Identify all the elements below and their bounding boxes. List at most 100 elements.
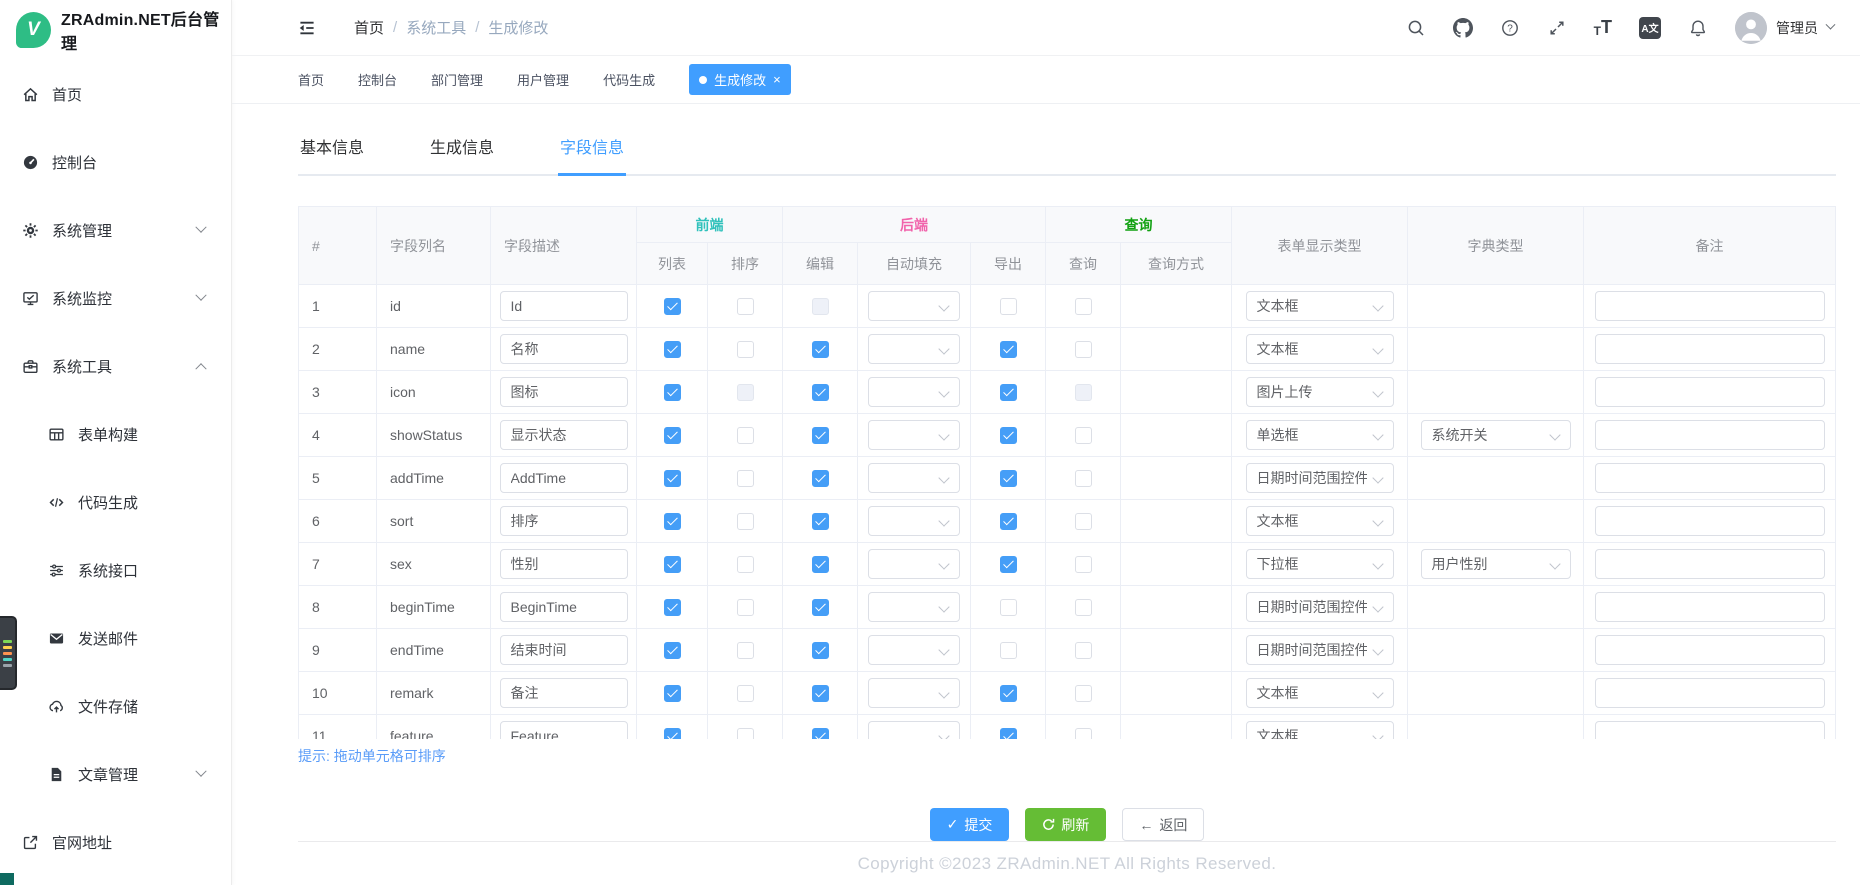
sidebar-item[interactable]: 首页 [0,60,231,128]
query-checkbox[interactable] [1075,642,1092,659]
field-desc-input[interactable] [500,721,628,739]
autofill-select[interactable] [868,549,960,579]
autofill-select[interactable] [868,420,960,450]
query-checkbox[interactable] [1075,298,1092,315]
tag-item[interactable]: 控制台 [358,70,397,89]
back-button[interactable]: ← 返回 [1122,808,1204,841]
query-checkbox[interactable] [1075,685,1092,702]
sort-checkbox[interactable] [737,384,754,401]
export-checkbox[interactable] [1000,513,1017,530]
query-checkbox[interactable] [1075,513,1092,530]
remark-input[interactable] [1595,678,1825,708]
query-checkbox[interactable] [1075,427,1092,444]
field-desc-input[interactable] [500,377,628,407]
export-checkbox[interactable] [1000,470,1017,487]
remark-input[interactable] [1595,721,1825,739]
query-checkbox[interactable] [1075,599,1092,616]
autofill-select[interactable] [868,377,960,407]
field-desc-input[interactable] [500,420,628,450]
field-desc-input[interactable] [500,549,628,579]
edit-checkbox[interactable] [812,599,829,616]
sort-checkbox[interactable] [737,556,754,573]
sidebar-fold-icon[interactable] [296,17,318,39]
query-checkbox[interactable] [1075,556,1092,573]
font-size-icon[interactable]: TT [1594,17,1612,38]
submit-button[interactable]: ✓ 提交 [930,808,1010,841]
list-checkbox[interactable] [664,556,681,573]
sort-checkbox[interactable] [737,427,754,444]
list-checkbox[interactable] [664,298,681,315]
display-type-select[interactable]: 日期时间范围控件 [1246,592,1394,622]
edit-checkbox[interactable] [812,298,829,315]
display-type-select[interactable]: 下拉框 [1246,549,1394,579]
list-checkbox[interactable] [664,685,681,702]
sidebar-item[interactable]: 系统管理 [0,196,231,264]
autofill-select[interactable] [868,721,960,739]
field-desc-input[interactable] [500,463,628,493]
tag-item[interactable]: 用户管理 [517,70,569,89]
autofill-select[interactable] [868,506,960,536]
sort-checkbox[interactable] [737,513,754,530]
refresh-button[interactable]: 刷新 [1025,808,1106,841]
search-icon[interactable] [1406,18,1426,38]
sidebar-item[interactable]: 官网地址 [0,808,231,876]
edit-checkbox[interactable] [812,470,829,487]
list-checkbox[interactable] [664,599,681,616]
export-checkbox[interactable] [1000,642,1017,659]
autofill-select[interactable] [868,678,960,708]
export-checkbox[interactable] [1000,341,1017,358]
export-checkbox[interactable] [1000,427,1017,444]
edit-checkbox[interactable] [812,685,829,702]
autofill-select[interactable] [868,291,960,321]
fullscreen-icon[interactable] [1547,18,1567,38]
breadcrumb-item[interactable]: 系统工具 [406,17,466,38]
remark-input[interactable] [1595,291,1825,321]
query-checkbox[interactable] [1075,384,1092,401]
tab-3[interactable]: 字段信息 [558,132,626,176]
sidebar-item[interactable]: 发送邮件 [0,604,231,672]
field-desc-input[interactable] [500,678,628,708]
sort-checkbox[interactable] [737,685,754,702]
remark-input[interactable] [1595,420,1825,450]
query-checkbox[interactable] [1075,470,1092,487]
list-checkbox[interactable] [664,470,681,487]
edge-widget[interactable] [0,616,17,690]
field-desc-input[interactable] [500,506,628,536]
query-checkbox[interactable] [1075,728,1092,739]
sidebar-item[interactable]: 系统监控 [0,264,231,332]
remark-input[interactable] [1595,635,1825,665]
sort-checkbox[interactable] [737,642,754,659]
query-checkbox[interactable] [1075,341,1092,358]
field-desc-input[interactable] [500,291,628,321]
display-type-select[interactable]: 文本框 [1246,334,1394,364]
edit-checkbox[interactable] [812,728,829,739]
autofill-select[interactable] [868,463,960,493]
export-checkbox[interactable] [1000,599,1017,616]
list-checkbox[interactable] [664,728,681,739]
list-checkbox[interactable] [664,427,681,444]
breadcrumb-item[interactable]: 首页 [354,17,384,38]
display-type-select[interactable]: 单选框 [1246,420,1394,450]
sidebar-item[interactable]: 文件存储 [0,672,231,740]
dict-type-select[interactable]: 系统开关 [1421,420,1571,450]
tag-item-active[interactable]: 生成修改× [689,64,791,95]
edit-checkbox[interactable] [812,384,829,401]
remark-input[interactable] [1595,377,1825,407]
field-desc-input[interactable] [500,635,628,665]
translate-icon[interactable]: A文 [1639,17,1661,39]
sort-checkbox[interactable] [737,341,754,358]
breadcrumb-item[interactable]: 生成修改 [488,17,548,38]
remark-input[interactable] [1595,549,1825,579]
display-type-select[interactable]: 文本框 [1246,291,1394,321]
remark-input[interactable] [1595,463,1825,493]
remark-input[interactable] [1595,592,1825,622]
field-desc-input[interactable] [500,592,628,622]
edit-checkbox[interactable] [812,341,829,358]
tag-item[interactable]: 部门管理 [431,70,483,89]
remark-input[interactable] [1595,506,1825,536]
list-checkbox[interactable] [664,513,681,530]
display-type-select[interactable]: 文本框 [1246,678,1394,708]
export-checkbox[interactable] [1000,728,1017,739]
sort-checkbox[interactable] [737,728,754,739]
tag-item[interactable]: 代码生成 [603,70,655,89]
